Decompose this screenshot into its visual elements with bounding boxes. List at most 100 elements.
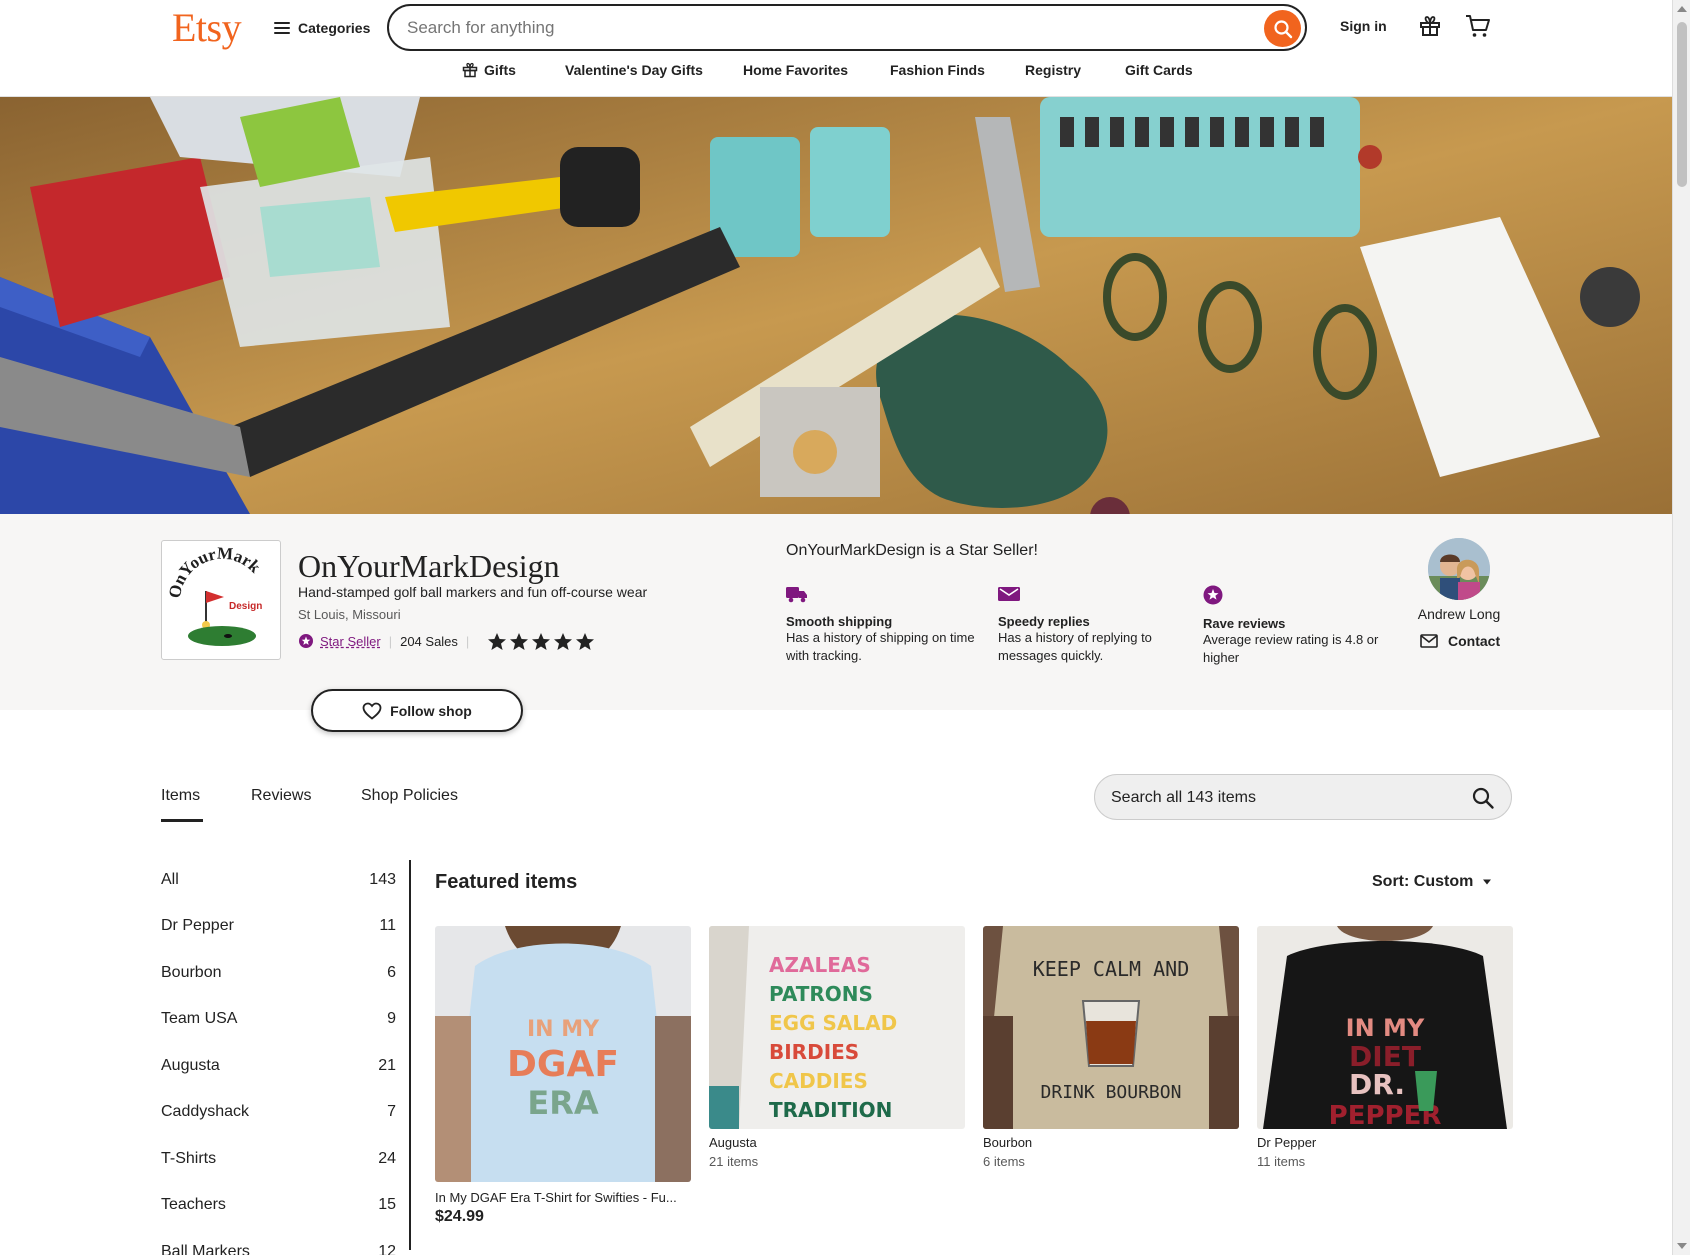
star-seller-link[interactable]: Star Seller [320, 634, 381, 649]
featured-title: Featured items [435, 871, 578, 893]
sort-dropdown[interactable]: Sort: Custom [1372, 873, 1493, 891]
shop-search-bar [1094, 774, 1512, 820]
sidebar-item-caddyshack[interactable]: Caddyshack 7 [161, 1103, 396, 1125]
cart-icon[interactable] [1465, 14, 1491, 38]
section-image-bourbon[interactable]: KEEP CALM AND DRINK BOURBON [983, 926, 1239, 1129]
sidebar-item-augusta[interactable]: Augusta 21 [161, 1057, 396, 1079]
category-nav: Gifts Valentine's Day Gifts Home Favorit… [0, 62, 1672, 84]
bourbon-shirt-image: KEEP CALM AND DRINK BOURBON [983, 926, 1239, 1129]
section-title[interactable]: Augusta [709, 1135, 757, 1150]
sidebar-item-label: Augusta [161, 1057, 220, 1074]
nav-item-gift-cards[interactable]: Gift Cards [1125, 62, 1193, 78]
tab-items[interactable]: Items [161, 787, 200, 805]
contact-label: Contact [1448, 633, 1501, 649]
gift-icon[interactable] [1418, 14, 1442, 38]
star-seller-icon [299, 634, 313, 648]
star-icon [554, 632, 573, 650]
sidebar-item-count: 15 [378, 1196, 396, 1213]
sidebar-item-dr-pepper[interactable]: Dr Pepper 11 [161, 917, 396, 939]
nav-item-fashion-finds[interactable]: Fashion Finds [890, 62, 985, 78]
active-tab-indicator [161, 819, 203, 822]
owner-avatar[interactable] [1428, 538, 1490, 600]
sidebar-item-count: 12 [378, 1243, 396, 1255]
sidebar-item-bourbon[interactable]: Bourbon 6 [161, 964, 396, 986]
sidebar-item-label: Team USA [161, 1010, 238, 1027]
nav-item-gifts[interactable]: Gifts [462, 62, 516, 78]
etsy-logo[interactable]: Etsy [172, 4, 242, 51]
perk-title: Rave reviews [1203, 616, 1286, 631]
page-scrollbar[interactable] [1672, 0, 1690, 1255]
workbench-photo [0, 97, 1672, 514]
sidebar-item-count: 6 [387, 964, 396, 981]
scroll-down-arrow-icon[interactable] [1677, 1243, 1687, 1249]
categories-button[interactable]: Categories [274, 16, 370, 40]
star-seller-title: OnYourMarkDesign is a Star Seller! [786, 542, 1038, 559]
shop-search-input[interactable] [1111, 786, 1441, 810]
categories-label: Categories [298, 20, 371, 36]
section-title[interactable]: Dr Pepper [1257, 1135, 1316, 1150]
follow-shop-button[interactable]: Follow shop [311, 689, 523, 732]
perk-description: Average review rating is 4.8 or higher [1203, 632, 1379, 665]
shirt-text: BIRDIES [769, 1040, 859, 1064]
site-search-button[interactable] [1264, 10, 1301, 47]
sidebar-item-ball-markers[interactable]: Ball Markers 12 [161, 1243, 396, 1255]
shop-logo: OnYourMark Design [161, 540, 281, 660]
shirt-text: AZALEAS [769, 953, 871, 977]
rating-stars[interactable] [487, 632, 595, 651]
search-icon[interactable] [1471, 786, 1495, 810]
shirt-text: KEEP CALM AND [1033, 957, 1190, 981]
svg-text:OnYourMark: OnYourMark [165, 544, 265, 600]
sidebar-item-teachers[interactable]: Teachers 15 [161, 1196, 396, 1218]
sidebar-item-team-usa[interactable]: Team USA 9 [161, 1010, 396, 1032]
star-icon [532, 632, 551, 650]
shirt-text: ERA [527, 1084, 599, 1122]
scrollbar-thumb[interactable] [1677, 22, 1687, 187]
product-title[interactable]: In My DGAF Era T-Shirt for Swifties - Fu… [435, 1190, 691, 1205]
nav-item-valentines[interactable]: Valentine's Day Gifts [565, 62, 703, 78]
sidebar-item-count: 9 [387, 1010, 396, 1027]
section-title[interactable]: Bourbon [983, 1135, 1032, 1150]
section-image-dr-pepper[interactable]: IN MY DIET DR. PEPPER [1257, 926, 1513, 1129]
sidebar-item-count: 24 [378, 1150, 396, 1167]
sidebar-item-count: 11 [379, 917, 396, 934]
contact-button[interactable]: Contact [1420, 633, 1500, 649]
section-image-augusta[interactable]: AZALEAS PATRONS EGG SALAD BIRDIES CADDIE… [709, 926, 965, 1129]
star-badge-icon [1203, 585, 1223, 605]
shirt-text: EGG SALAD [769, 1011, 897, 1035]
tab-shop-policies[interactable]: Shop Policies [361, 787, 458, 805]
nav-item-home-favorites[interactable]: Home Favorites [743, 62, 848, 78]
perk-title: Speedy replies [998, 614, 1090, 629]
star-icon [576, 632, 595, 650]
sidebar-item-t-shirts[interactable]: T-Shirts 24 [161, 1150, 396, 1172]
dgaf-shirt-image: IN MY DGAF ERA [435, 926, 691, 1182]
site-search-bar [387, 4, 1307, 51]
shop-location: St Louis, Missouri [298, 607, 401, 622]
sidebar-item-label: Bourbon [161, 964, 222, 981]
sign-in-link[interactable]: Sign in [1340, 18, 1387, 34]
star-icon [488, 632, 507, 650]
shop-logo-text: OnYourMark [165, 544, 265, 600]
shirt-text: DGAF [507, 1044, 619, 1085]
shop-meta: Star Seller | 204 Sales | [298, 630, 595, 652]
sidebar-item-label: Teachers [161, 1196, 226, 1213]
nav-item-registry[interactable]: Registry [1025, 62, 1081, 78]
meta-divider: | [465, 633, 470, 649]
shirt-text: CADDIES [769, 1069, 868, 1093]
product-image[interactable]: IN MY DGAF ERA [435, 926, 691, 1182]
sidebar-item-all[interactable]: All 143 [161, 871, 396, 893]
meta-divider: | [388, 633, 393, 649]
owner-name[interactable]: Andrew Long [1414, 606, 1504, 622]
site-search-input[interactable] [407, 15, 1227, 41]
sort-label: Sort: Custom [1372, 873, 1474, 890]
scroll-up-arrow-icon[interactable] [1677, 6, 1687, 12]
sidebar-item-count: 7 [387, 1103, 396, 1120]
caret-down-icon [1483, 879, 1492, 885]
star-icon [510, 632, 529, 650]
sidebar-item-count: 21 [378, 1057, 396, 1074]
perk-title: Smooth shipping [786, 614, 893, 629]
section-item-count: 11 items [1257, 1154, 1306, 1169]
perk-rave-reviews: Rave reviews Average review rating is 4.… [1203, 585, 1403, 667]
sidebar-item-label: All [161, 871, 179, 888]
augusta-shirt-image: AZALEAS PATRONS EGG SALAD BIRDIES CADDIE… [709, 926, 965, 1129]
tab-reviews[interactable]: Reviews [251, 787, 311, 805]
